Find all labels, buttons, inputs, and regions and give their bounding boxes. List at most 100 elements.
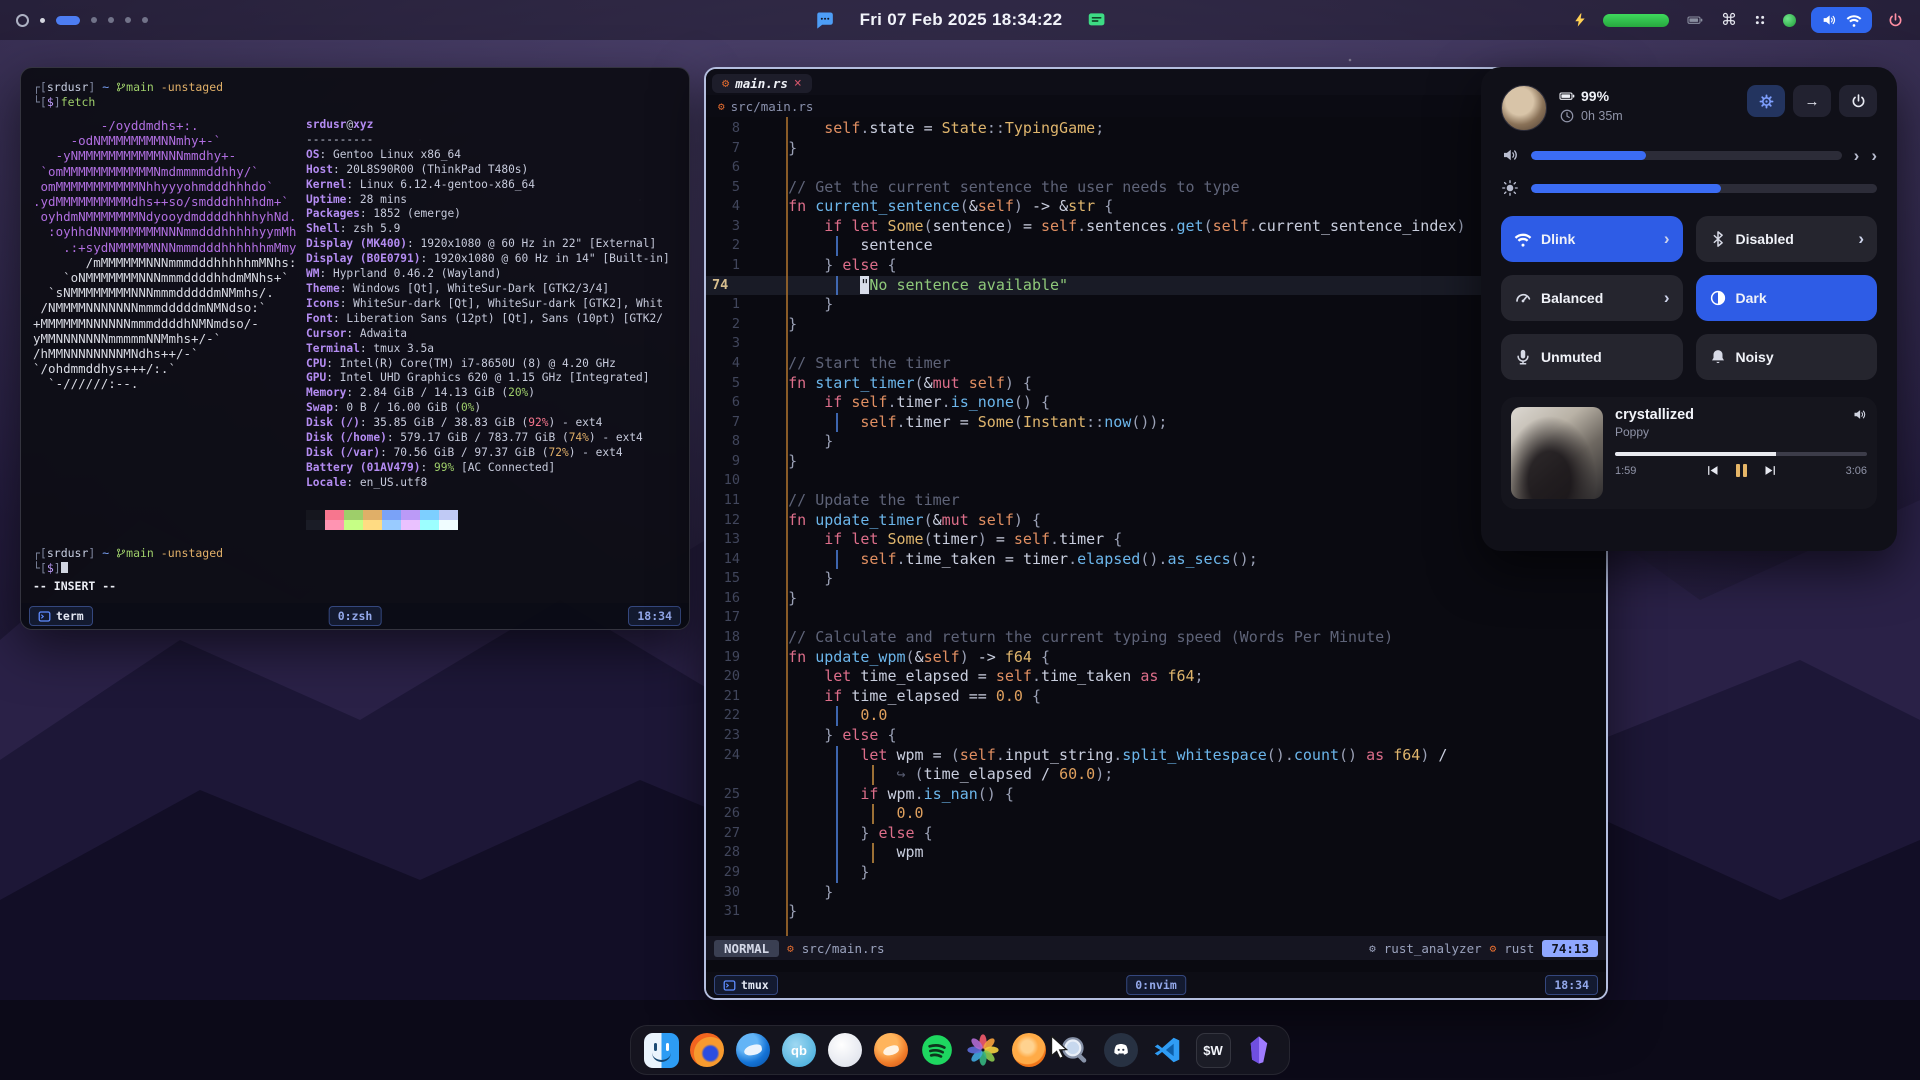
tmux-window[interactable]: 0:nvim [1126,975,1186,995]
code-line[interactable]: 5 fn start_timer(&mut self) { [706,374,1606,394]
previous-track-button[interactable] [1705,463,1720,478]
brightness-slider[interactable] [1531,184,1877,193]
toggle-dark[interactable]: Dark [1696,275,1878,321]
code-line[interactable]: 7 } [706,139,1606,159]
chevron-right-icon[interactable]: › [1871,147,1877,164]
toggle-disabled[interactable]: Disabled› [1696,216,1878,262]
chevron-right-icon[interactable]: › [1854,147,1860,164]
code-line[interactable]: 23 } else { [706,726,1606,746]
dock-thunderbird-icon[interactable] [735,1032,771,1068]
next-track-button[interactable] [1763,463,1778,478]
dock-discord-icon[interactable] [1103,1032,1139,1068]
code-line[interactable]: 10 [706,471,1606,491]
code-line[interactable]: 22 0.0 [706,706,1606,726]
code-line[interactable]: 13 if let Some(timer) = self.timer { [706,530,1606,550]
code-line[interactable]: 16 } [706,589,1606,609]
toggle-unmuted[interactable]: Unmuted [1501,334,1683,380]
dock-obsidian-icon[interactable] [1241,1032,1277,1068]
logout-button[interactable]: → [1793,85,1831,117]
tmux-window[interactable]: 0:zsh [329,606,382,626]
code-line[interactable]: 1 } else { [706,256,1606,276]
quick-settings-group[interactable] [1811,7,1872,33]
power-button[interactable] [1839,85,1877,117]
power-icon[interactable] [1887,12,1904,29]
toggle-noisy[interactable]: Noisy [1696,334,1878,380]
code-line[interactable]: 19 fn update_wpm(&self) -> f64 { [706,648,1606,668]
code-line[interactable]: 8 } [706,432,1606,452]
code-line[interactable]: 27 } else { [706,824,1606,844]
code-area[interactable]: 8 self.state = State::TypingGame;7 }65 /… [706,117,1606,936]
command-key-icon[interactable]: ⌘ [1721,10,1737,30]
dock-photos-icon[interactable] [965,1032,1001,1068]
workspace-dot-1[interactable] [40,18,45,23]
code-line-current[interactable]: 74 "No sentence available" [706,276,1606,296]
tab-main-rs[interactable]: ⚙ main.rs × [712,74,812,93]
workspace-dot-2[interactable] [91,17,97,23]
status-dot-icon[interactable] [1783,14,1796,27]
code-line[interactable]: 21 if time_elapsed == 0.0 { [706,687,1606,707]
code-line[interactable]: 5 // Get the current sentence the user n… [706,178,1606,198]
code-line[interactable]: 4 fn current_sentence(&self) -> &str { [706,197,1606,217]
code-line[interactable]: 18 // Calculate and return the current t… [706,628,1606,648]
code-line[interactable]: 3 [706,334,1606,354]
code-line[interactable]: 7 self.timer = Some(Instant::now()); [706,413,1606,433]
tmux-session[interactable]: term [29,606,93,626]
toggle-dlink[interactable]: Dlink› [1501,216,1683,262]
message-bubble-icon[interactable] [814,9,836,31]
code-line[interactable]: 6 [706,158,1606,178]
tab-close-icon[interactable]: × [794,76,802,91]
code-line[interactable]: 6 if self.timer.is_none() { [706,393,1606,413]
code-line[interactable]: 1 } [706,295,1606,315]
battery-icon[interactable] [1684,12,1706,28]
workspace-dot-4[interactable] [125,17,131,23]
chat-icon[interactable] [1086,10,1106,30]
app-grid-icon[interactable] [1752,12,1768,28]
code-line[interactable]: 29 } [706,863,1606,883]
code-line[interactable]: 4 // Start the timer [706,354,1606,374]
code-line[interactable]: 28 wpm [706,843,1606,863]
code-line[interactable]: 11 // Update the timer [706,491,1606,511]
clock[interactable]: Fri 07 Feb 2025 18:34:22 [860,10,1063,30]
workspace-dot-5[interactable] [142,17,148,23]
tmux-session[interactable]: tmux [714,975,778,995]
user-avatar[interactable] [1501,85,1547,131]
workspace-active-pill[interactable] [56,16,80,25]
code-line[interactable]: 31 } [706,902,1606,922]
dock-wallet-icon[interactable]: $W [1195,1032,1231,1068]
code-line[interactable]: 2 } [706,315,1606,335]
battery-level-bar[interactable] [1603,14,1669,27]
neovim-window[interactable]: ⚙ main.rs × ⚙ src/main.rs 8 self.state =… [704,67,1608,1000]
track-progress-bar[interactable] [1615,452,1867,456]
code-line[interactable]: 2 sentence [706,236,1606,256]
code-line[interactable]: 24 let wpm = (self.input_string.split_wh… [706,746,1606,766]
lightning-icon[interactable] [1572,12,1588,28]
toggle-balanced[interactable]: Balanced› [1501,275,1683,321]
dock-firefox-icon[interactable] [689,1032,725,1068]
code-line[interactable]: 25 if wpm.is_nan() { [706,785,1606,805]
code-line[interactable]: 20 let time_elapsed = self.time_taken as… [706,667,1606,687]
code-line[interactable]: 30 } [706,883,1606,903]
dock-spotify-icon[interactable] [919,1032,955,1068]
code-line[interactable]: 3 if let Some(sentence) = self.sentences… [706,217,1606,237]
code-line[interactable]: ↪ (time_elapsed / 60.0); [706,765,1606,785]
workspace-dot-3[interactable] [108,17,114,23]
dock-finder-icon[interactable] [643,1032,679,1068]
code-line[interactable]: 15 } [706,569,1606,589]
volume-slider[interactable] [1531,151,1842,160]
terminal-window[interactable]: ┌[srdusr] ~ main -unstaged └[$]fetch -/o… [20,67,690,630]
code-line[interactable]: 12 fn update_timer(&mut self) { [706,511,1606,531]
code-line[interactable]: 8 self.state = State::TypingGame; [706,119,1606,139]
dock-orange-app-icon[interactable] [1011,1032,1047,1068]
settings-button[interactable] [1747,85,1785,117]
launcher-icon[interactable] [16,14,29,27]
code-line[interactable]: 9 } [706,452,1606,472]
dock-qbittorrent-icon[interactable]: qb [781,1032,817,1068]
output-speaker-icon[interactable] [1852,407,1867,422]
dock-vscode-icon[interactable] [1149,1032,1185,1068]
dock-white-app-icon[interactable] [827,1032,863,1068]
code-line[interactable]: 26 0.0 [706,804,1606,824]
code-line[interactable]: 14 self.time_taken = timer.elapsed().as_… [706,550,1606,570]
pause-button[interactable] [1736,464,1747,477]
dock-orange-bird-icon[interactable] [873,1032,909,1068]
code-line[interactable]: 17 [706,608,1606,628]
